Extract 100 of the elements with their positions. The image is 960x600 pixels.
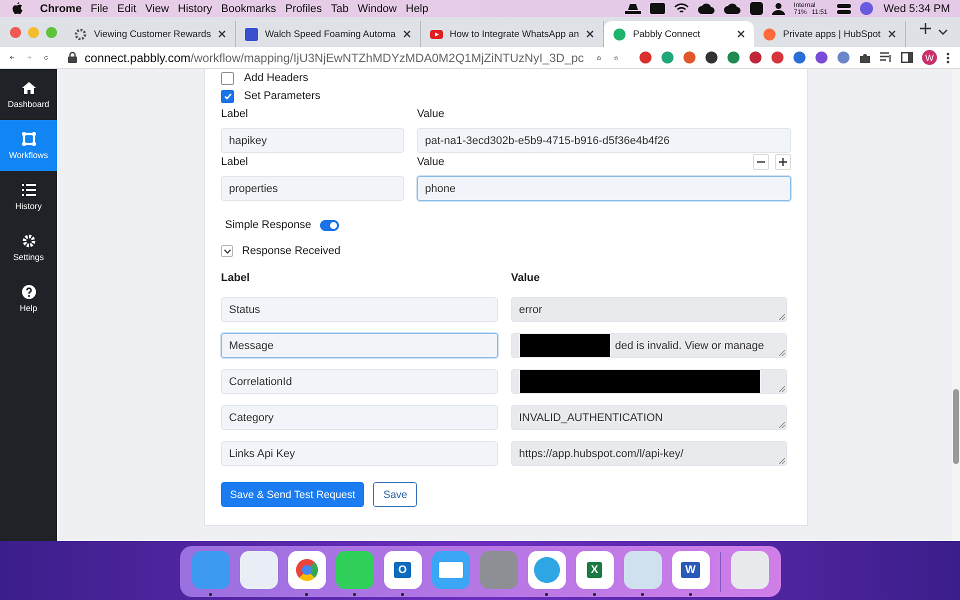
chevron-icon xyxy=(224,248,230,254)
scrollbar[interactable] xyxy=(952,69,960,541)
extension-icon[interactable] xyxy=(749,51,762,64)
siri-icon[interactable] xyxy=(860,2,873,15)
person-icon[interactable] xyxy=(772,2,785,15)
column-heading: Label xyxy=(221,272,251,286)
hat-icon[interactable] xyxy=(624,2,641,14)
input-field[interactable]: Status xyxy=(221,297,498,322)
close-icon[interactable] xyxy=(218,30,226,38)
new-tab-icon[interactable] xyxy=(920,22,931,34)
input-field[interactable]: Links Api Key xyxy=(221,441,498,466)
close-icon[interactable] xyxy=(888,30,896,38)
menu-item[interactable]: Profiles xyxy=(285,2,322,14)
clock[interactable]: Wed 5:34 PM xyxy=(884,2,950,14)
text-area[interactable]: error xyxy=(511,297,787,322)
checkbox[interactable] xyxy=(221,72,234,84)
tab-title: Private apps | HubSpot xyxy=(783,28,881,40)
field-label: Label xyxy=(221,108,249,122)
menu-item[interactable]: Edit xyxy=(117,2,136,14)
text-area[interactable]: INVALID_AUTHENTICATION xyxy=(511,405,787,430)
profile-avatar[interactable]: W xyxy=(922,50,937,65)
resize-handle-icon[interactable] xyxy=(779,422,785,428)
lock-icon xyxy=(68,52,77,63)
address-field[interactable]: connect.pabbly.com/workflow/mapping/IjU3NjEwNTZhMDYzMDA0M2Q1MjZiNTUzNyI_3D_pc xyxy=(68,48,584,67)
input-field[interactable]: hapikey xyxy=(221,128,404,153)
list-icon xyxy=(22,182,36,196)
sidebar-item[interactable]: Dashboard xyxy=(0,69,57,120)
toggle-switch[interactable] xyxy=(320,220,340,230)
site-icon xyxy=(613,28,626,40)
sidebar-item[interactable]: History xyxy=(0,171,57,222)
apple-logo-icon[interactable] xyxy=(12,2,23,15)
extension-icon[interactable] xyxy=(705,51,718,64)
chevron-down-icon[interactable] xyxy=(938,29,948,35)
cloud-icon[interactable] xyxy=(724,3,741,14)
field-label: Value xyxy=(417,156,444,170)
resize-handle-icon[interactable] xyxy=(779,350,785,356)
input-field[interactable]: pat-na1-3ecd302b-e5b9-4715-b916-d5f36e4b4f26 xyxy=(417,128,791,153)
media-icon[interactable] xyxy=(880,52,892,63)
workflow-icon xyxy=(22,132,36,146)
envelope-icon[interactable] xyxy=(432,551,470,589)
sidebar-item[interactable]: Workflows xyxy=(0,120,57,171)
sidebar-item[interactable]: Settings xyxy=(0,222,57,273)
sidebar-item[interactable]: Help xyxy=(0,273,57,324)
menu-item[interactable]: Tab xyxy=(330,2,349,14)
text-area[interactable] xyxy=(511,369,787,394)
text-area[interactable]: ded is invalid. View or manage xyxy=(511,333,787,358)
send-test-request-button[interactable]: Save & Send Test Request xyxy=(221,482,364,507)
tab-title: Walch Speed Foaming Automa xyxy=(265,28,396,40)
play-icon xyxy=(430,28,443,40)
field-label: Label xyxy=(221,156,249,170)
input-field[interactable]: phone xyxy=(417,176,791,201)
help-icon xyxy=(22,284,36,298)
menu-item[interactable]: Bookmarks xyxy=(221,2,276,14)
app-icon[interactable]: O xyxy=(384,551,422,589)
add-button[interactable] xyxy=(775,154,791,170)
checkbox-label: Set Parameters xyxy=(244,90,320,102)
menu-item[interactable]: Help xyxy=(406,2,428,14)
more-icon[interactable] xyxy=(946,52,950,64)
resize-handle-icon[interactable] xyxy=(779,458,785,464)
settings-icon xyxy=(22,234,36,248)
window-controls[interactable] xyxy=(10,26,57,38)
tab-title: How to Integrate WhatsApp an xyxy=(450,28,580,40)
menu-item[interactable]: History xyxy=(178,2,212,14)
browser-tab[interactable]: Pabbly Connect xyxy=(604,21,754,47)
column-heading: Value xyxy=(511,272,541,286)
control-center-icon[interactable] xyxy=(836,2,851,14)
home-icon xyxy=(22,80,36,94)
site-icon xyxy=(245,28,258,40)
close-icon[interactable] xyxy=(737,30,746,38)
plus-icon xyxy=(779,158,787,166)
checkbox[interactable] xyxy=(221,90,234,102)
expand-toggle[interactable] xyxy=(221,245,233,257)
menu-item[interactable]: Window xyxy=(358,2,397,14)
menu-item[interactable]: View xyxy=(145,2,169,14)
input-field[interactable]: properties xyxy=(221,176,404,201)
resize-handle-icon[interactable] xyxy=(779,314,785,320)
remove-button[interactable] xyxy=(753,154,769,170)
field-label: Value xyxy=(417,108,444,122)
input-field[interactable]: Category xyxy=(221,405,498,430)
minus-icon xyxy=(757,161,765,163)
extension-icon[interactable] xyxy=(815,51,828,64)
app-icon[interactable]: W xyxy=(672,551,710,589)
tab-title: Viewing Customer Rewards xyxy=(94,28,212,40)
cloud-icon[interactable] xyxy=(698,3,715,14)
toggle-label: Simple Response xyxy=(225,219,312,231)
resize-handle-icon[interactable] xyxy=(779,386,785,392)
input-field[interactable]: Message xyxy=(221,333,498,358)
close-icon[interactable] xyxy=(402,30,411,38)
save-button[interactable]: Save xyxy=(373,482,418,507)
section-title: Response Received xyxy=(242,245,340,257)
check-icon xyxy=(224,92,232,100)
text-area[interactable]: https://app.hubspot.com/l/api-key/ xyxy=(511,441,787,466)
input-field[interactable]: CorrelationId xyxy=(221,369,498,394)
menu-item[interactable]: Chrome xyxy=(40,2,82,14)
wifi-icon[interactable] xyxy=(674,3,689,14)
menu-item[interactable]: File xyxy=(90,2,108,14)
sidebar-icon[interactable] xyxy=(901,52,913,63)
app-icon[interactable]: X xyxy=(576,551,614,589)
checkbox-label: Add Headers xyxy=(244,72,308,84)
close-icon[interactable] xyxy=(586,30,594,38)
